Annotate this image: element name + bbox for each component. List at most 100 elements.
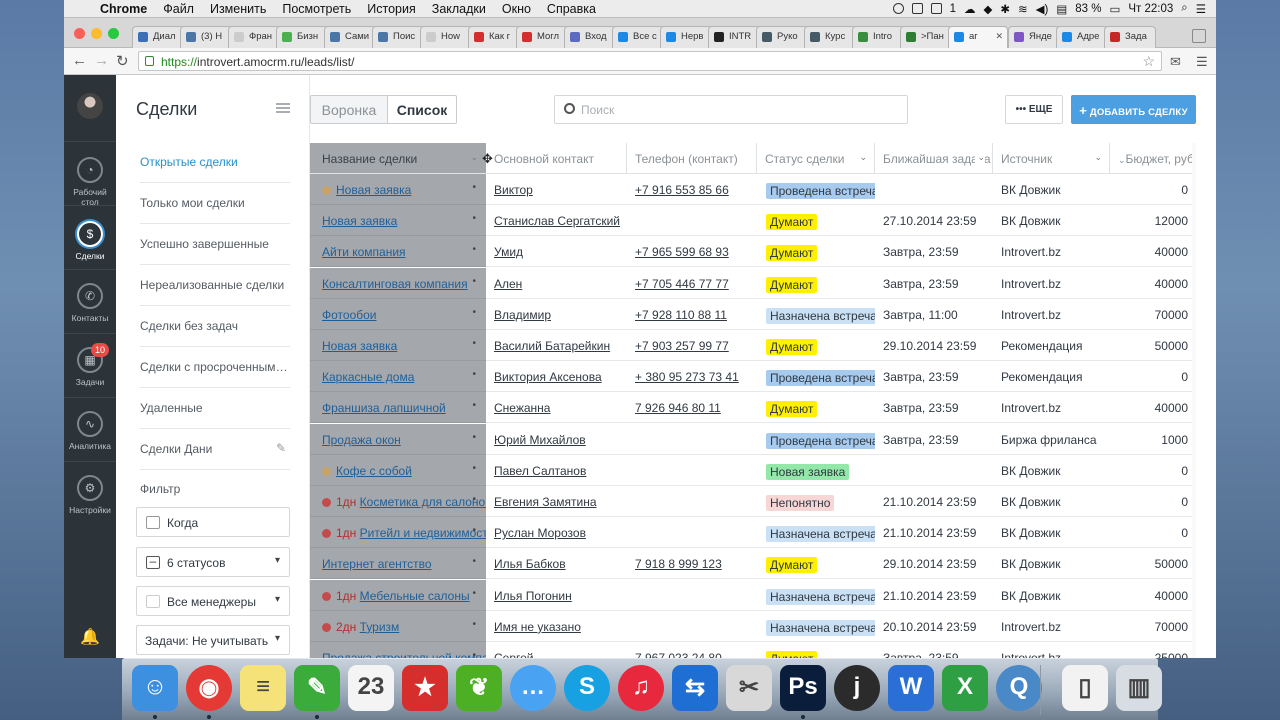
phone-link[interactable]: +7 916 553 85 66 [635, 183, 729, 197]
status-badge[interactable]: Проведена встреча [766, 183, 875, 199]
browser-tab[interactable]: Диал [132, 26, 184, 48]
browser-tab[interactable]: Сами [324, 26, 376, 48]
status-badge[interactable]: Новая заявка [766, 463, 850, 480]
messages-icon[interactable]: … [510, 665, 556, 711]
leaf-app-icon[interactable]: ❦ [456, 665, 502, 711]
phone-link[interactable]: + 380 95 273 73 41 [635, 370, 739, 384]
document-icon[interactable]: ▯ [1062, 665, 1108, 711]
rail-item-gear[interactable]: ⚙ Настройки [64, 475, 116, 515]
teamviewer-icon[interactable]: ⇆ [672, 665, 718, 711]
contact-link[interactable]: Илья Бабков [494, 557, 566, 571]
browser-tab[interactable]: How [420, 26, 472, 48]
sidebar-item[interactable]: Открытые сделки [140, 142, 290, 183]
chevron-down-icon[interactable]: ⌄ [470, 152, 478, 163]
table-row[interactable]: 1дн Ритейл и недвижимость • Руслан Морозов… [310, 517, 1216, 549]
notifications-icon[interactable]: ◆ [984, 2, 993, 16]
contact-link[interactable]: Виктор [494, 183, 533, 197]
contact-link[interactable]: Павел Салтанов [494, 464, 586, 478]
rail-item-calendar[interactable]: ▦ Задачи 10 [64, 343, 116, 387]
chevron-down-icon[interactable]: ⌄ [1094, 152, 1102, 163]
table-row[interactable]: Интернет агентство • Илья Бабков 7 918 8 99… [310, 548, 1216, 580]
bookmark-app-icon[interactable]: ★ [402, 665, 448, 711]
quicktime-icon[interactable]: Q [996, 665, 1042, 711]
search-input[interactable]: Поиск [554, 95, 908, 124]
status-badge[interactable]: Думают [766, 557, 818, 574]
phone-link[interactable]: +7 965 599 68 93 [635, 245, 729, 259]
sidebar-item[interactable]: Сделки Дани ✎ [140, 429, 290, 470]
deal-link[interactable]: Мебельные салоны [360, 589, 470, 603]
browser-tab[interactable]: Как г [468, 26, 520, 48]
chevron-down-icon[interactable]: ⌄ [1118, 155, 1126, 165]
col-header-source[interactable]: Источник ⌄ [993, 143, 1110, 174]
status-badge[interactable]: Проведена встреча [766, 432, 875, 449]
menu-view[interactable]: Посмотреть [282, 2, 351, 16]
phone-link[interactable]: +7 928 110 88 11 [635, 308, 727, 322]
evernote-icon[interactable]: ✎ [294, 665, 340, 711]
list-icon[interactable]: ☰ [1196, 2, 1206, 16]
browser-tab[interactable]: Фран [228, 26, 280, 48]
contact-link[interactable]: Умид [494, 245, 523, 259]
contact-link[interactable]: Евгения Замятина [494, 495, 597, 509]
filter-when[interactable]: Когда [136, 507, 290, 537]
chrome-icon[interactable]: ◉ [186, 665, 232, 711]
phone-link[interactable]: 7 967 023 24 80 [635, 651, 722, 658]
photoshop-icon[interactable]: Ps [780, 665, 826, 711]
menu-history[interactable]: История [367, 2, 415, 16]
contact-link[interactable]: Руслан Морозов [494, 526, 586, 540]
status-badge[interactable]: Назначена встреча [766, 526, 875, 543]
contact-link[interactable]: Виктория Аксенова [494, 370, 602, 384]
contact-link[interactable]: Юрий Михайлов [494, 433, 586, 447]
status-badge[interactable]: Назначена встреча [766, 307, 875, 324]
browser-tab[interactable]: Бизн [276, 26, 328, 48]
deal-link[interactable]: Кофе с собой [336, 464, 412, 478]
contact-link[interactable]: Илья Погонин [494, 589, 572, 603]
deal-link[interactable]: Фотообои [322, 308, 377, 322]
menu-extra-icon[interactable] [930, 3, 942, 14]
status-badge[interactable]: Думают [766, 401, 818, 418]
vertical-scrollbar[interactable] [1192, 143, 1196, 658]
sidebar-item[interactable]: Сделки с просроченными задачами [140, 347, 290, 388]
rail-item-phone[interactable]: ✆ Контакты [64, 283, 116, 323]
sidebar-item[interactable]: Сделки без задач [140, 306, 290, 347]
drive-icon[interactable]: ☁ [964, 2, 976, 16]
mail-extension-icon[interactable]: ✉ [1170, 54, 1181, 70]
table-row[interactable]: Фотообои • Владимир +7 928 110 88 11 Назначе… [310, 298, 1216, 330]
browser-tab[interactable]: (3) Н [180, 26, 232, 48]
browser-tab[interactable]: Курс [804, 26, 856, 48]
table-row[interactable]: Новая заявка • Василий Батарейкин +7 903 25… [310, 330, 1216, 361]
contact-link[interactable]: Ален [494, 277, 522, 291]
status-badge[interactable]: Проведена встреча [766, 370, 875, 387]
browser-tab[interactable]: Intro [852, 26, 904, 48]
browser-tab[interactable]: >Пан [900, 26, 952, 48]
itunes-icon[interactable]: ♫ [618, 665, 664, 711]
menu-file[interactable]: Файл [163, 2, 194, 16]
bell-icon[interactable]: 🔔 [64, 630, 116, 646]
forward-icon[interactable]: → [94, 52, 109, 69]
app-status-icon[interactable] [911, 3, 923, 14]
contact-link[interactable]: Снежанна [494, 401, 550, 415]
deal-link[interactable]: Туризм [360, 620, 400, 634]
clock[interactable]: Чт 22:03 [1128, 3, 1173, 15]
rail-item-chart[interactable]: ∿ Аналитика [64, 411, 116, 451]
col-header-phone[interactable]: Телефон (контакт) [627, 143, 757, 174]
close-tab-icon[interactable]: ✕ [995, 31, 1003, 42]
minimize-window-icon[interactable] [91, 28, 102, 39]
deal-link[interactable]: Новая заявка [336, 183, 411, 197]
browser-tab[interactable]: INTR [708, 26, 760, 48]
col-header-name[interactable]: Название сделки ⌄ [310, 143, 486, 174]
table-row[interactable]: Айти компания • Умид +7 965 599 68 93 Думают… [310, 236, 1216, 268]
menu-app[interactable]: Chrome [100, 2, 147, 16]
deal-link[interactable]: Продажа строительной компании [322, 651, 486, 658]
browser-tab[interactable]: аг ✕ [948, 26, 1008, 48]
calendar-app-icon[interactable]: 23 [348, 665, 394, 711]
menu-bookmarks[interactable]: Закладки [432, 2, 486, 16]
status-badge[interactable]: Думают [766, 339, 818, 355]
spotlight-icon[interactable]: ⌕ [1181, 2, 1187, 15]
contact-link[interactable]: Имя не указано [494, 620, 581, 634]
contact-link[interactable]: Владимир [494, 308, 551, 322]
filter-managers[interactable]: Все менеджеры ▾ [136, 586, 290, 616]
minus-checkbox-icon[interactable]: – [146, 555, 160, 569]
finder-icon[interactable]: ☺ [132, 665, 178, 711]
table-row[interactable]: Консалтинговая компания • Ален +7 705 446 7… [310, 267, 1216, 299]
table-row[interactable]: Новая заявка • Станислав Сергатский Думают 2… [310, 205, 1216, 237]
